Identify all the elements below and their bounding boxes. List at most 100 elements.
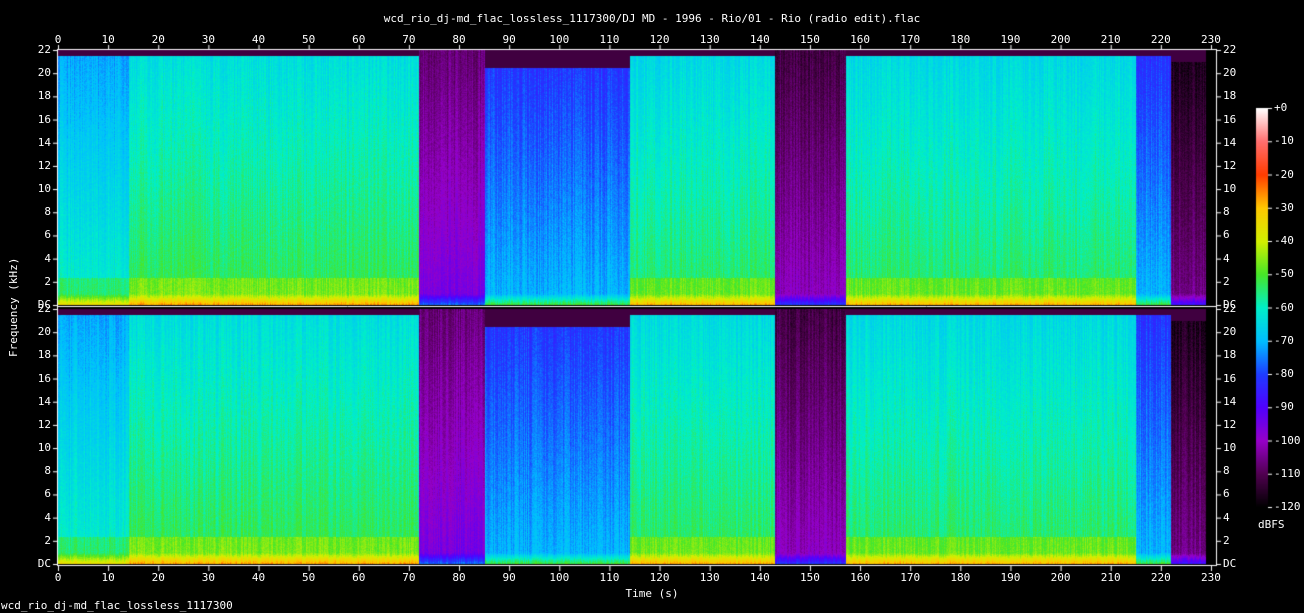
x-tick-label: 140 (749, 571, 770, 584)
y-tick-label-right: 10 (1223, 182, 1237, 196)
colorbar-tick-label: -40 (1274, 234, 1294, 247)
y-tick-label-right: DC (1223, 557, 1237, 570)
x-tick-label: 230 (1201, 571, 1221, 584)
x-tick-label-top: 50 (302, 33, 316, 46)
x-tick-label-top: 140 (749, 33, 770, 46)
x-tick-label: 200 (1050, 571, 1071, 584)
y-tick-label-right: 2 (1223, 274, 1230, 288)
y-tick-label-right: 22 (1223, 302, 1237, 315)
x-tick-label-top: 230 (1201, 33, 1221, 46)
colorbar-tick-label: -110 (1274, 466, 1301, 480)
x-tick-label-top: 70 (402, 33, 416, 46)
y-tick-label-left: 22 (37, 43, 51, 56)
y-tick-label-right: 18 (1223, 89, 1237, 103)
y-tick-label-left: 8 (44, 205, 51, 219)
y-tick-label-right: 16 (1223, 371, 1237, 385)
y-tick-label-left: 16 (37, 112, 51, 126)
y-tick-label-left: 10 (37, 441, 51, 455)
x-tick-label: 60 (352, 571, 366, 584)
y-tick-label-left: 12 (37, 417, 51, 431)
x-tick-label: 0 (54, 571, 62, 584)
x-tick-label-top: 210 (1100, 33, 1121, 46)
y-tick-label-right: 22 (1223, 43, 1237, 56)
y-tick-label-right: 2 (1223, 533, 1230, 547)
x-tick-label-top: 180 (950, 33, 971, 46)
x-tick-label-top: 80 (452, 33, 466, 46)
x-tick-label-top: 150 (800, 33, 820, 46)
y-tick-label-left: 4 (44, 510, 51, 524)
y-tick-label-left: 2 (44, 274, 51, 288)
y-tick-label-left: 14 (37, 394, 51, 408)
y-tick-label-right: 20 (1223, 325, 1237, 339)
x-tick-label-top: 40 (251, 33, 266, 46)
y-tick-label-left: 20 (37, 325, 51, 339)
x-tick-label: 120 (649, 571, 670, 584)
y-tick-label-left: 18 (37, 89, 51, 103)
colorbar-tick-label: -10 (1274, 134, 1294, 148)
colorbar-tick-label: -80 (1274, 367, 1294, 380)
y-tick-label-left: 4 (44, 251, 51, 265)
y-tick-label-right: 6 (1223, 487, 1230, 501)
y-tick-label-right: 20 (1223, 66, 1237, 80)
x-tick-label: 220 (1150, 571, 1171, 584)
y-axis-label: Frequency (kHz) (7, 257, 20, 357)
x-tick-label: 210 (1100, 571, 1121, 584)
y-tick-label-left: 10 (37, 182, 51, 196)
colorbar-tick-label: +0 (1274, 101, 1288, 114)
x-tick-label: 170 (900, 571, 921, 584)
y-tick-label-right: 14 (1223, 135, 1237, 149)
y-tick-label-left: 22 (37, 302, 51, 315)
y-tick-label-right: 14 (1223, 394, 1237, 408)
colorbar-tick-label: -30 (1274, 200, 1294, 214)
x-tick-label-top: 220 (1150, 33, 1171, 46)
colorbar-tick-label: -20 (1274, 167, 1294, 181)
y-tick-label-right: 8 (1223, 205, 1230, 219)
x-tick-label: 180 (950, 571, 971, 584)
x-tick-label: 50 (302, 571, 316, 584)
y-tick-label-right: 8 (1223, 464, 1230, 478)
x-tick-label: 80 (452, 571, 466, 584)
x-tick-label: 10 (101, 571, 115, 584)
colorbar-tick-label: -100 (1274, 433, 1301, 447)
y-tick-label-right: 12 (1223, 417, 1237, 431)
x-tick-label-top: 130 (699, 33, 720, 46)
x-tick-label: 110 (599, 571, 620, 584)
chart-title: wcd_rio_dj-md_flac_lossless_1117300/DJ M… (383, 12, 921, 25)
colorbar-tick-label: -60 (1274, 300, 1294, 314)
colorbar-tick-label: -90 (1274, 400, 1294, 414)
y-tick-label-left: 2 (44, 533, 51, 547)
x-tick-label-top: 160 (850, 33, 870, 46)
y-tick-label-right: 4 (1223, 510, 1230, 524)
y-tick-label-left: 6 (44, 487, 51, 501)
x-tick-label: 190 (1000, 571, 1021, 584)
x-tick-label-top: 60 (352, 33, 366, 46)
y-tick-label-left: 6 (44, 228, 51, 242)
colorbar-tick-label: -70 (1274, 333, 1294, 347)
x-tick-label-top: 110 (599, 33, 620, 46)
y-tick-label-right: 16 (1223, 112, 1237, 126)
y-tick-label-right: 10 (1223, 441, 1237, 455)
x-tick-label: 160 (850, 571, 870, 584)
y-tick-label-right: 18 (1223, 348, 1237, 362)
x-tick-label-top: 100 (549, 33, 570, 46)
y-tick-label-right: 6 (1223, 228, 1230, 242)
x-tick-label: 100 (549, 571, 570, 584)
x-tick-label-top: 190 (1000, 33, 1021, 46)
x-tick-label-top: 20 (151, 33, 165, 46)
x-tick-label: 130 (699, 571, 720, 584)
spectrogram-canvas (0, 0, 1304, 613)
file-name-footer: wcd_rio_dj-md_flac_lossless_1117300 (1, 599, 233, 612)
x-tick-label-top: 170 (900, 33, 921, 46)
y-tick-label-left: DC (37, 557, 51, 570)
y-tick-label-left: 16 (37, 371, 51, 385)
x-tick-label: 150 (800, 571, 820, 584)
x-tick-label-top: 120 (649, 33, 670, 46)
y-tick-label-right: 12 (1223, 158, 1237, 172)
x-tick-label: 20 (151, 571, 165, 584)
x-tick-label: 40 (251, 571, 266, 584)
colorbar-tick-label: -120 (1274, 500, 1301, 513)
x-tick-label-top: 90 (502, 33, 516, 46)
y-tick-label-left: 8 (44, 464, 51, 478)
x-tick-label: 30 (201, 571, 215, 584)
y-tick-label-left: 12 (37, 158, 51, 172)
